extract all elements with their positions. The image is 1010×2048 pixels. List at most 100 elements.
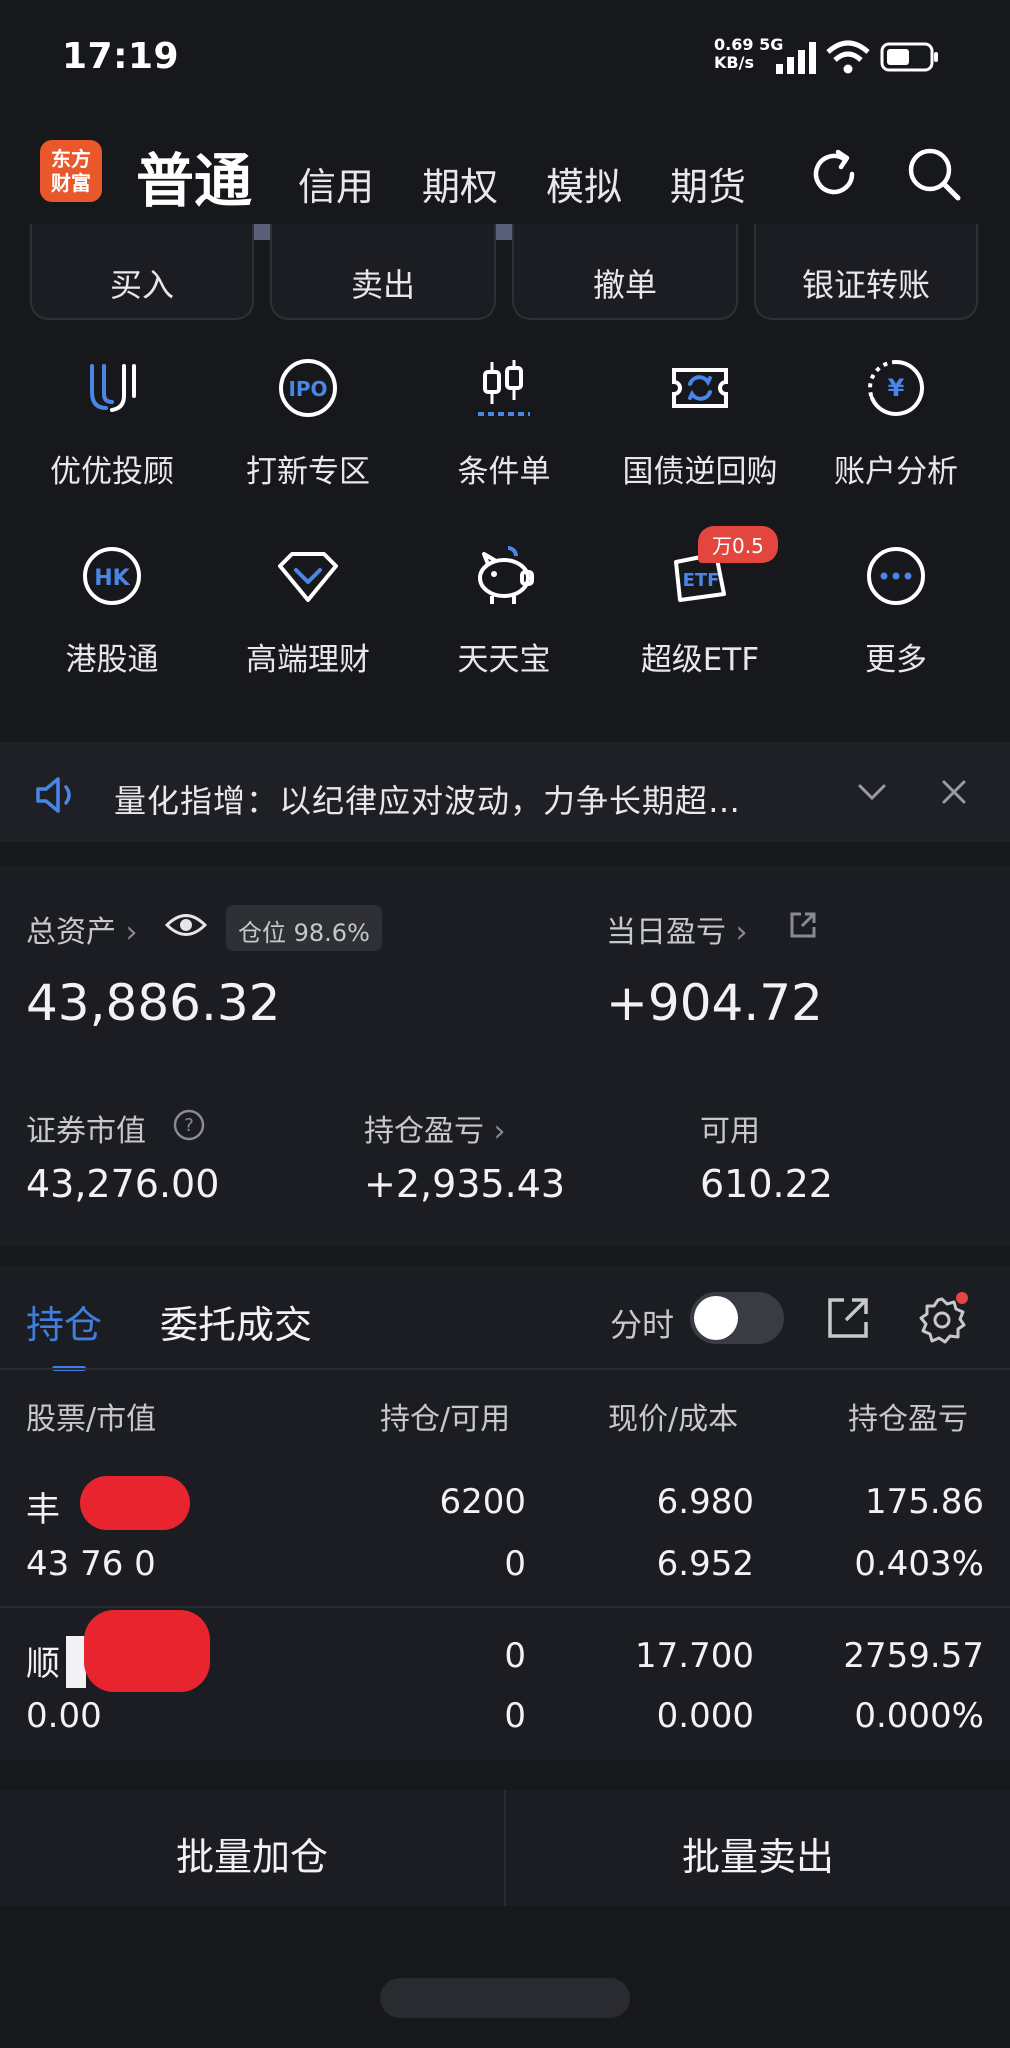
net-speed-value: 0.69 <box>714 35 754 54</box>
grid-label: 更多 <box>865 642 927 678</box>
tab-normal[interactable]: 普通 <box>136 134 252 218</box>
help-icon[interactable]: ? <box>172 1108 206 1142</box>
daily-pl-link[interactable]: 当日盈亏 › <box>606 907 748 951</box>
ipo-icon: IPO <box>279 359 337 417</box>
grid-item-more[interactable]: 更多 <box>798 540 994 679</box>
col-header-stock[interactable]: 股票/市值 <box>26 1394 156 1438</box>
bank-transfer-button[interactable]: 银证转账 <box>754 224 978 320</box>
stock-name: 顺 <box>26 1644 60 1684</box>
available-value: 610.22 <box>700 1162 833 1206</box>
market-value: 43,276.00 <box>26 1162 220 1206</box>
holding-pl: 175.86 <box>865 1482 984 1522</box>
position-value: 98.6% <box>293 919 370 947</box>
total-assets-link[interactable]: 总资产 › <box>26 907 138 951</box>
table-row[interactable]: 丰 43 76 0 6200 0 6.980 6.952 175.86 0.40… <box>0 1470 1010 1606</box>
table-row[interactable]: 顺 0.00 0 0 17.700 0.000 2759.57 0.000% <box>0 1610 1010 1762</box>
status-time: 17:19 <box>62 36 180 77</box>
grid-item-tiantianbao[interactable]: 天天宝 <box>406 540 602 679</box>
grid-item-ipo[interactable]: IPO 打新专区 <box>210 352 406 491</box>
position-qty: 0 <box>504 1636 526 1676</box>
eye-icon[interactable] <box>164 910 208 940</box>
signal-icon <box>776 42 816 74</box>
current-price: 17.700 <box>635 1636 754 1676</box>
grid-label: 高端理财 <box>246 642 370 678</box>
condition-order-icon <box>478 360 530 416</box>
speaker-icon <box>36 777 71 813</box>
daily-pl-label: 当日盈亏 <box>606 915 726 950</box>
tab-simulation[interactable]: 模拟 <box>546 156 622 211</box>
position-label: 仓位 <box>238 919 286 947</box>
external-link-icon[interactable] <box>788 910 818 940</box>
refresh-icon[interactable] <box>806 146 862 202</box>
divider <box>0 1606 1010 1608</box>
grid-label: 超级ETF <box>640 642 760 678</box>
redaction-mark <box>66 1636 86 1688</box>
chevron-right-icon: › <box>726 915 748 950</box>
wifi-icon <box>826 40 870 74</box>
announcement-text[interactable]: 量化指增：以纪律应对波动，力争长期超… <box>114 776 741 822</box>
svg-text:HK: HK <box>94 566 130 591</box>
search-icon[interactable] <box>904 144 964 204</box>
holding-pl: 2759.57 <box>843 1636 984 1676</box>
more-icon <box>867 547 925 605</box>
share-icon[interactable] <box>826 1296 870 1340</box>
tab-holdings[interactable]: 持仓 <box>26 1294 102 1349</box>
daily-pl-value: +904.72 <box>606 974 823 1032</box>
cost-price: 0.000 <box>656 1696 754 1736</box>
diamond-icon <box>278 552 338 602</box>
holding-pl-value: +2,935.43 <box>364 1162 566 1206</box>
blurred-footer <box>380 1978 630 2018</box>
stock-name: 丰 <box>26 1490 60 1530</box>
grid-item-uu-advisor[interactable]: 优优投顾 <box>14 352 210 491</box>
piggy-bank-icon <box>478 546 534 604</box>
logo-text-bottom: 财富 <box>51 171 91 195</box>
tab-futures[interactable]: 期货 <box>670 156 746 211</box>
batch-add-button[interactable]: 批量加仓 <box>0 1790 504 1906</box>
holding-pl-pct: 0.000% <box>854 1696 984 1736</box>
svg-text:?: ? <box>184 1115 194 1136</box>
grid-item-account-analysis[interactable]: ¥ 账户分析 <box>798 352 994 491</box>
notification-dot <box>956 1292 968 1304</box>
position-badge: 仓位 98.6% <box>226 905 382 951</box>
uu-advisor-icon <box>90 364 136 412</box>
sell-button[interactable]: 卖出 <box>270 224 496 320</box>
available-qty: 0 <box>504 1544 526 1584</box>
tab-options[interactable]: 期权 <box>422 156 498 211</box>
grid-item-condition-order[interactable]: 条件单 <box>406 352 602 491</box>
col-header-price[interactable]: 现价/成本 <box>608 1394 738 1438</box>
chevron-right-icon: › <box>116 915 138 950</box>
bond-repo-icon <box>672 368 728 408</box>
etf-fee-badge: 万0.5 <box>698 526 778 563</box>
hk-icon: HK <box>83 547 141 605</box>
holding-pl-pct: 0.403% <box>854 1544 984 1584</box>
grid-label: 国债逆回购 <box>622 454 778 490</box>
net-speed-unit: KB/s <box>714 53 754 72</box>
svg-text:ETF: ETF <box>683 570 720 591</box>
svg-text:IPO: IPO <box>288 377 327 401</box>
network-speed: 0.69 5G KB/s <box>714 36 783 72</box>
batch-sell-button[interactable]: 批量卖出 <box>506 1790 1010 1906</box>
svg-text:¥: ¥ <box>888 374 905 402</box>
close-icon[interactable] <box>940 778 968 806</box>
battery-icon <box>880 42 938 72</box>
holding-pl-link[interactable]: 持仓盈亏 › <box>364 1106 506 1150</box>
tab-credit[interactable]: 信用 <box>298 156 374 211</box>
grid-label: 条件单 <box>457 454 551 490</box>
buy-button[interactable]: 买入 <box>30 224 254 320</box>
col-header-pl[interactable]: 持仓盈亏 <box>848 1394 988 1438</box>
total-assets-label: 总资产 <box>26 915 116 950</box>
chevron-right-icon: › <box>484 1114 506 1149</box>
logo-text-top: 东方 <box>51 147 91 171</box>
cost-price: 6.952 <box>656 1544 754 1584</box>
total-assets-value: 43,886.32 <box>26 974 281 1032</box>
grid-item-wealth[interactable]: 高端理财 <box>210 540 406 679</box>
chevron-down-icon[interactable] <box>856 780 888 804</box>
app-logo[interactable]: 东方 财富 <box>40 140 102 202</box>
col-header-position[interactable]: 持仓/可用 <box>380 1394 510 1438</box>
grid-label: 天天宝 <box>457 642 551 678</box>
grid-item-bond-repo[interactable]: 国债逆回购 <box>602 352 798 491</box>
grid-label: 账户分析 <box>834 454 958 490</box>
grid-item-hk-connect[interactable]: HK 港股通 <box>14 540 210 679</box>
cancel-order-button[interactable]: 撤单 <box>512 224 738 320</box>
tab-orders[interactable]: 委托成交 <box>160 1294 312 1349</box>
